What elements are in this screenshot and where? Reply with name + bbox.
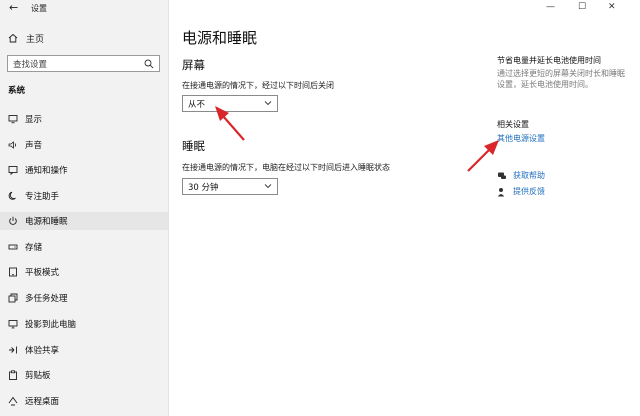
- sidebar-item-label: 存储: [25, 243, 43, 253]
- sleep-dropdown[interactable]: 30 分钟: [182, 178, 278, 195]
- window-title: 设置: [31, 4, 47, 13]
- sidebar-divider: [168, 0, 169, 416]
- help-chat-icon: [498, 172, 506, 179]
- remote-icon: [8, 396, 18, 406]
- sidebar-item-remote-desktop[interactable]: 远程桌面: [0, 392, 168, 410]
- sidebar-item-label: 电源和睡眠: [25, 217, 68, 227]
- sidebar-item-project[interactable]: 投影到此电脑: [0, 315, 168, 333]
- sidebar-item-tablet[interactable]: 平板模式: [0, 263, 168, 281]
- get-help-label: 获取帮助: [513, 171, 545, 180]
- tablet-icon: [9, 267, 17, 277]
- sidebar-item-label: 远程桌面: [25, 397, 60, 407]
- back-arrow-icon[interactable]: ←: [9, 1, 18, 14]
- sidebar-item-label: 专注助手: [25, 192, 60, 202]
- sidebar-item-label: 多任务处理: [25, 294, 68, 304]
- search-placeholder: 查找设置: [13, 59, 48, 70]
- close-button[interactable]: ✕: [608, 2, 616, 12]
- sidebar-item-clipboard[interactable]: 剪贴板: [0, 366, 168, 384]
- sidebar-item-sound[interactable]: 声音: [0, 136, 168, 154]
- sidebar-section-label: 系统: [8, 86, 26, 96]
- sidebar: ← 设置 主页 查找设置 系统 显示 声音 通知和操作 专注助手 电源和睡眠 存…: [0, 0, 168, 416]
- give-feedback-link[interactable]: 提供反馈: [497, 186, 545, 197]
- sidebar-item-power-sleep[interactable]: 电源和睡眠: [0, 212, 168, 230]
- sidebar-item-focus[interactable]: 专注助手: [0, 187, 168, 205]
- sidebar-item-display[interactable]: 显示: [0, 110, 168, 128]
- clipboard-icon: [9, 370, 17, 380]
- chevron-down-icon: [264, 101, 272, 106]
- screen-off-value: 从不: [188, 99, 206, 110]
- sidebar-item-label: 剪贴板: [25, 371, 51, 381]
- tip-heading: 节省电量并延长电池使用时间: [497, 56, 601, 65]
- screen-off-dropdown[interactable]: 从不: [182, 95, 278, 112]
- get-help-link[interactable]: 获取帮助: [497, 170, 545, 181]
- sidebar-item-label: 投影到此电脑: [25, 320, 77, 330]
- sidebar-item-multitask[interactable]: 多任务处理: [0, 289, 168, 307]
- sidebar-item-label: 通知和操作: [25, 166, 68, 176]
- sleep-heading: 睡眠: [182, 139, 205, 153]
- focus-icon: [8, 191, 16, 200]
- sound-icon: [8, 141, 17, 149]
- maximize-button[interactable]: ☐: [578, 2, 586, 12]
- minimize-button[interactable]: —: [546, 2, 555, 12]
- feedback-person-icon: [497, 187, 505, 196]
- notification-icon: [8, 166, 18, 175]
- sidebar-home[interactable]: 主页: [8, 30, 44, 46]
- multitask-icon: [8, 293, 18, 303]
- sleep-description: 在接通电源的情况下，电脑在经过以下时间后进入睡眠状态: [182, 163, 390, 172]
- home-icon: [8, 33, 18, 43]
- sidebar-item-storage[interactable]: 存储: [0, 238, 168, 256]
- sidebar-item-label: 平板模式: [25, 268, 60, 278]
- power-icon: [9, 216, 17, 225]
- storage-icon: [8, 244, 18, 250]
- share-icon: [9, 346, 17, 354]
- search-icon: [144, 59, 154, 69]
- sleep-value: 30 分钟: [188, 182, 219, 193]
- tip-description: 通过选择更短的屏幕关闭时长和睡眠设置，延长电池使用时间。: [497, 69, 625, 89]
- scrollbar[interactable]: [632, 0, 640, 416]
- screen-description: 在接通电源的情况下，经过以下时间后关闭: [182, 81, 334, 90]
- sidebar-item-label: 体验共享: [25, 346, 60, 356]
- sidebar-item-notifications[interactable]: 通知和操作: [0, 161, 168, 179]
- additional-power-settings-link[interactable]: 其他电源设置: [497, 133, 545, 144]
- related-settings-heading: 相关设置: [497, 120, 529, 129]
- chevron-down-icon: [264, 184, 272, 189]
- search-input[interactable]: 查找设置: [7, 55, 160, 72]
- sidebar-home-label: 主页: [26, 34, 45, 45]
- screen-heading: 屏幕: [182, 58, 205, 72]
- annotation-arrow-power-link: [467, 140, 499, 172]
- sidebar-item-label: 声音: [25, 141, 43, 151]
- sidebar-item-shared-experience[interactable]: 体验共享: [0, 341, 168, 359]
- give-feedback-label: 提供反馈: [513, 187, 545, 196]
- display-icon: [8, 115, 18, 124]
- sidebar-item-label: 显示: [25, 115, 43, 125]
- page-title: 电源和睡眠: [182, 29, 258, 47]
- project-icon: [8, 320, 18, 329]
